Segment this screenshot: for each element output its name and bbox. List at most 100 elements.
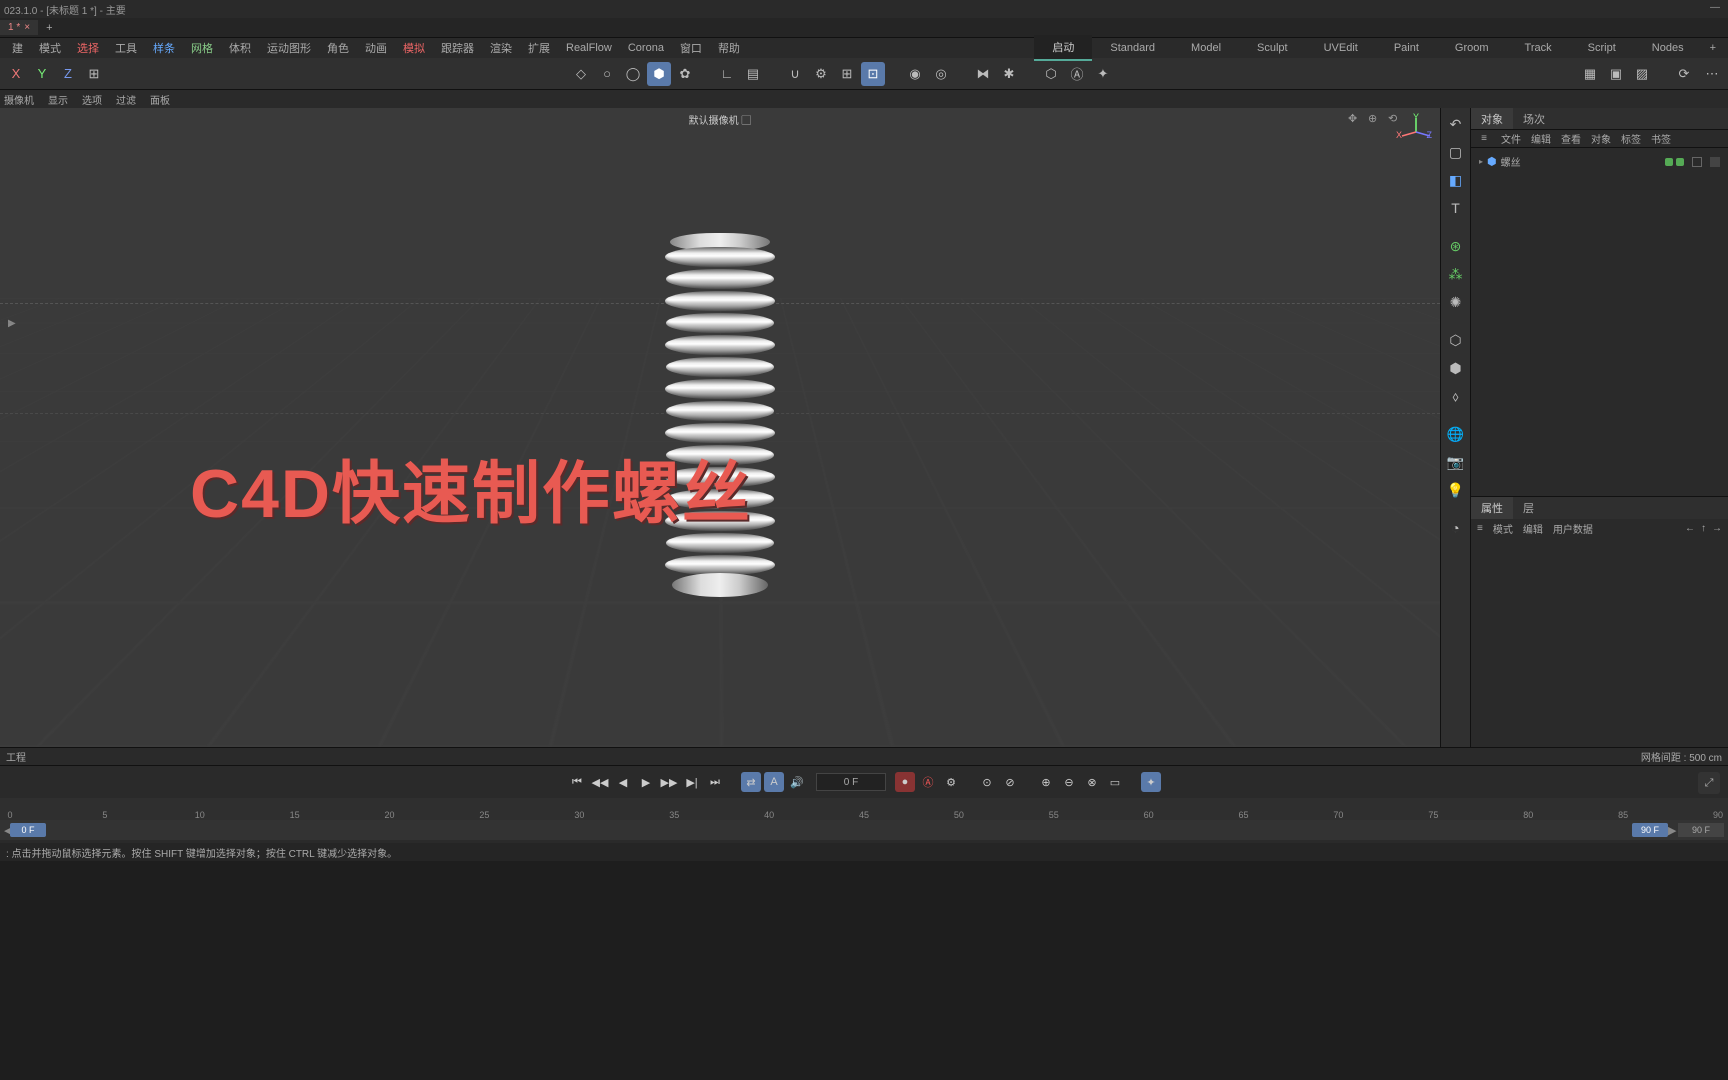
editor-vis-toggle[interactable] [1665, 158, 1673, 166]
prev-key-icon[interactable]: ◀◀ [590, 772, 610, 792]
timeline-end-handle[interactable]: 90 F [1632, 823, 1668, 837]
circle-icon[interactable]: ◎ [929, 62, 953, 86]
cube-icon[interactable]: ◇ [569, 62, 593, 86]
menu-help[interactable]: 帮助 [710, 38, 748, 58]
effector-icon[interactable]: ✺ [1444, 290, 1468, 314]
next-frame-icon[interactable]: ▶▶ [659, 772, 679, 792]
expand-icon[interactable]: ▸ [1479, 157, 1483, 166]
cloner-icon[interactable]: ⁂ [1444, 262, 1468, 286]
volume-icon[interactable]: ⬨ [1444, 384, 1468, 408]
menu-mode[interactable]: 模式 [31, 38, 69, 58]
solo-icon[interactable]: ⬡ [1039, 62, 1063, 86]
symmetry-settings-icon[interactable]: ✱ [997, 62, 1021, 86]
menu-select[interactable]: 选择 [69, 38, 107, 58]
obj-menu-objects[interactable]: 对象 [1591, 131, 1611, 146]
menu-realflow[interactable]: RealFlow [558, 40, 620, 56]
render-settings-icon[interactable]: ▦ [1578, 62, 1602, 86]
menu-mograph[interactable]: 运动图形 [259, 38, 319, 58]
key-settings-icon[interactable]: ⚙ [941, 772, 961, 792]
object-row[interactable]: ▸ ⬢ 螺丝 [1475, 152, 1724, 171]
axis-z-button[interactable]: Z [56, 62, 80, 86]
tab-attributes[interactable]: 属性 [1471, 497, 1513, 519]
magnet-icon[interactable]: ∪ [783, 62, 807, 86]
menu-spline[interactable]: 样条 [145, 38, 183, 58]
prev-frame-icon[interactable]: ◀ [613, 772, 633, 792]
timeline-end-field[interactable]: 90 F [1678, 823, 1724, 837]
layout-groom[interactable]: Groom [1437, 38, 1507, 58]
timeline-track[interactable]: ◀ 0 F 90 F ▶ 90 F [0, 820, 1728, 840]
document-tab[interactable]: 1 * × [0, 20, 38, 35]
angle-icon[interactable]: ∟ [715, 62, 739, 86]
layout-startup[interactable]: 启动 [1034, 35, 1092, 61]
nav-up-icon[interactable]: ↑ [1701, 523, 1706, 534]
attr-menu-mode[interactable]: 模式 [1493, 521, 1513, 536]
play-icon[interactable]: ▶ [636, 772, 656, 792]
primitive-icon[interactable]: ⬢ [647, 62, 671, 86]
sphere-icon[interactable]: ○ [595, 62, 619, 86]
target-icon[interactable]: ◉ [903, 62, 927, 86]
viewport[interactable]: 默认摄像机 ▢ YXZ ✥ ⊕ ⟲ ▶ C4D快速制作螺丝 [0, 108, 1440, 747]
coord-system-button[interactable]: ⊞ [82, 62, 106, 86]
layout-script[interactable]: Script [1570, 38, 1634, 58]
xray-icon[interactable]: ✦ [1091, 62, 1115, 86]
layout-nodes[interactable]: Nodes [1634, 38, 1702, 58]
minimize-icon[interactable]: — [1710, 2, 1720, 13]
globe-icon[interactable]: 🌐 [1444, 422, 1468, 446]
key-pos-icon[interactable]: ⊙ [977, 772, 997, 792]
autokey-icon[interactable]: A [764, 772, 784, 792]
tab-objects[interactable]: 对象 [1471, 108, 1513, 129]
track-end-icon[interactable]: ▶ [1668, 824, 1674, 837]
cube-primitive-icon[interactable]: ◧ [1444, 168, 1468, 192]
add-tab-button[interactable]: + [38, 20, 60, 36]
obj-menu-tags[interactable]: 标签 [1621, 131, 1641, 146]
menu-tools[interactable]: 工具 [107, 38, 145, 58]
instance-icon[interactable]: ⬢ [1444, 356, 1468, 380]
vp-panel-menu[interactable]: 面板 [150, 92, 170, 107]
material-icon[interactable]: ◔ [1444, 516, 1468, 540]
goto-end-icon[interactable]: ⏭ [705, 772, 725, 792]
menu-icon[interactable]: ≡ [1477, 132, 1491, 146]
vp-display-menu[interactable]: 显示 [48, 92, 68, 107]
camera-icon[interactable]: 📷 [1444, 450, 1468, 474]
axis-x-button[interactable]: X [4, 62, 28, 86]
render-vis-toggle[interactable] [1676, 158, 1684, 166]
key-r-icon[interactable]: ⊗ [1082, 772, 1102, 792]
cylinder-icon[interactable]: ◯ [621, 62, 645, 86]
axis-y-button[interactable]: Y [30, 62, 54, 86]
timeline-ruler[interactable]: 051015202530354045505560657075808590 [0, 798, 1728, 820]
zoom-icon[interactable]: ⊕ [1368, 112, 1384, 128]
layers-icon[interactable]: ▤ [741, 62, 765, 86]
layer-swatch[interactable] [1692, 157, 1702, 167]
pan-icon[interactable]: ✥ [1348, 112, 1364, 128]
snap-settings-icon[interactable]: ⚙ [809, 62, 833, 86]
timeline-zoom-icon[interactable]: ⤢ [1698, 772, 1720, 794]
obj-menu-bookmarks[interactable]: 书签 [1651, 131, 1671, 146]
attr-menu-edit[interactable]: 编辑 [1523, 521, 1543, 536]
obj-menu-edit[interactable]: 编辑 [1531, 131, 1551, 146]
add-layout-button[interactable]: + [1702, 40, 1724, 56]
vp-options-menu[interactable]: 选项 [82, 92, 102, 107]
render-icon[interactable]: ▨ [1630, 62, 1654, 86]
goto-start-icon[interactable]: ⏮ [567, 772, 587, 792]
vp-camera-menu[interactable]: 摄像机 [4, 92, 34, 107]
menu-animate[interactable]: 动画 [357, 38, 395, 58]
more-icon[interactable]: ⋯ [1700, 62, 1724, 86]
menu-file[interactable]: 建 [4, 38, 31, 58]
rect-select-icon[interactable]: ▢ [1444, 140, 1468, 164]
attr-menu-userdata[interactable]: 用户数据 [1553, 521, 1593, 536]
current-frame-field[interactable]: 0 F [816, 773, 886, 791]
refresh-icon[interactable]: ⟳ [1672, 62, 1696, 86]
key-s-icon[interactable]: ⊖ [1059, 772, 1079, 792]
tag-slot[interactable] [1710, 157, 1720, 167]
history-icon[interactable]: ↶ [1444, 112, 1468, 136]
key-all-icon[interactable]: ✦ [1141, 772, 1161, 792]
tab-layers[interactable]: 层 [1513, 497, 1544, 519]
menu-volume[interactable]: 体积 [221, 38, 259, 58]
menu-simulate[interactable]: 模拟 [395, 38, 433, 58]
record-icon[interactable]: ● [895, 772, 915, 792]
orbit-icon[interactable]: ⟲ [1388, 112, 1404, 128]
quantize-icon[interactable]: ⊡ [861, 62, 885, 86]
nav-back-icon[interactable]: ← [1685, 523, 1695, 534]
menu-character[interactable]: 角色 [319, 38, 357, 58]
text-icon[interactable]: T [1444, 196, 1468, 220]
